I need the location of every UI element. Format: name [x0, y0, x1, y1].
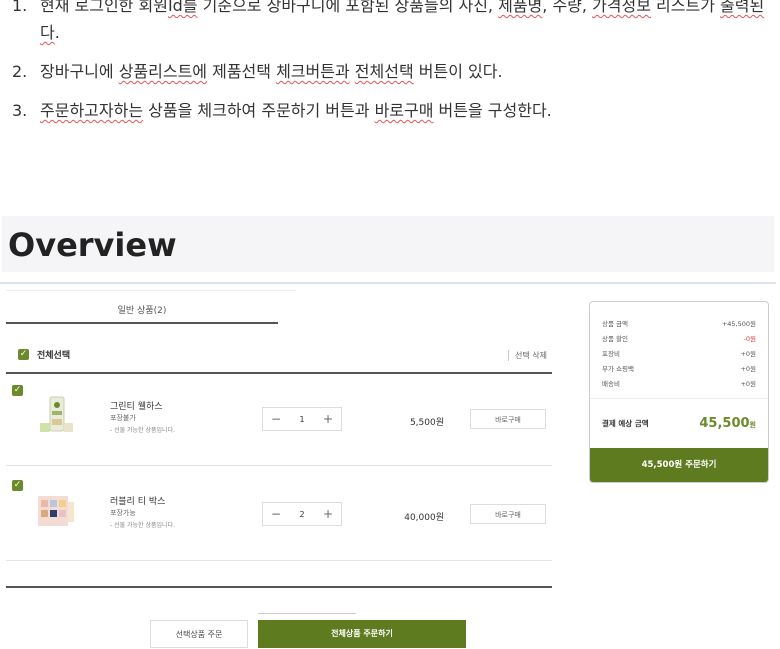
total-label: 결제 예상 금액	[602, 419, 649, 428]
minus-icon[interactable]: −	[271, 412, 281, 426]
summary-value: +0원	[740, 380, 756, 388]
select-all-label: 전체선택	[37, 351, 71, 361]
buy-now-button[interactable]: 바로구매	[470, 504, 546, 524]
overview-divider	[0, 282, 776, 284]
requirement-text: 주문하고자하는 상품을 체크하여 주문하기 버튼과 바로구매 버튼을 구성한다.	[40, 97, 552, 124]
summary-value: +0원	[740, 365, 756, 373]
requirement-item: 3. 주문하고자하는 상품을 체크하여 주문하기 버튼과 바로구매 버튼을 구성한…	[12, 97, 772, 124]
text-run: 현재 로그인한 회원	[40, 0, 168, 15]
summary-row: 배송비 +0원	[602, 378, 756, 388]
minus-icon[interactable]: −	[271, 507, 281, 521]
item-checkbox[interactable]: ✓	[12, 385, 23, 396]
delete-selected-button[interactable]: 선택 삭제	[508, 350, 547, 361]
list-number: 3.	[12, 101, 28, 120]
list-number: 2.	[12, 62, 28, 81]
total-value: 45,500	[699, 416, 750, 431]
gift-note: - 선물 가능한 상품입니다.	[110, 427, 175, 434]
plus-icon[interactable]: +	[323, 412, 333, 426]
summary-row: 상품 금액 +45,500원	[602, 318, 756, 328]
total-row: 결제 예상 금액 45,500원	[602, 416, 756, 431]
text-run: 버튼이 있다.	[413, 62, 503, 81]
text-run: 바로구매	[374, 101, 434, 120]
summary-divider	[590, 398, 768, 399]
button-top-line	[258, 613, 356, 614]
text-run: 상품을 체크하여 주문하기 버튼과	[143, 101, 375, 120]
tab-label: 일반 상품(2)	[117, 306, 167, 316]
list-bottom-divider	[6, 586, 552, 588]
quantity-value: 2	[299, 509, 305, 519]
requirement-item: 2. 장바구니에 상품리스트에 제품선택 체크버튼과 전체선택 버튼이 있다.	[12, 58, 772, 85]
summary-label: 상품 할인	[602, 335, 628, 343]
text-run: 체크버튼과	[276, 62, 350, 81]
summary-value: -0원	[743, 335, 756, 343]
summary-value: +0원	[740, 350, 756, 358]
order-summary-panel: 상품 금액 +45,500원 상품 할인 -0원 포장비 +0원 부가 쇼핑백 …	[589, 301, 769, 483]
requirement-text: 장바구니에 상품리스트에 제품선택 체크버튼과 전체선택 버튼이 있다.	[40, 58, 503, 85]
text-run: 가격정보	[592, 0, 651, 15]
order-selected-button[interactable]: 선택상품 주문	[150, 620, 248, 648]
requirement-text: 현재 로그인한 회원Id를 기준으로 장바구니에 포함된 상품들의 사진, 제품…	[40, 0, 772, 46]
summary-row: 포장비 +0원	[602, 348, 756, 358]
text-run: , 수량,	[542, 0, 593, 15]
product-name: 러블리 티 박스	[110, 497, 166, 507]
summary-label: 부가 쇼핑백	[602, 365, 634, 373]
text-run: 장바구니에	[40, 62, 119, 81]
item-price: 5,500원	[409, 418, 444, 428]
cart-screenshot: 일반 상품(2) ✓ 전체선택 선택 삭제 ✓ 그린티 웰하스 포장불가 - 선…	[0, 290, 780, 648]
product-thumbnail-green-tea	[40, 396, 73, 432]
item-price: 40,000원	[404, 513, 444, 523]
summary-row: 부가 쇼핑백 +0원	[602, 363, 756, 373]
packaging-status: 포장가능	[110, 509, 136, 517]
order-all-button[interactable]: 전체상품 주문하기	[258, 620, 466, 648]
text-run: 리스트가	[650, 0, 721, 15]
requirements-list: 1. 현재 로그인한 회원Id를 기준으로 장바구니에 포함된 상품들의 사진, …	[12, 0, 772, 136]
cart-item: ✓ 러블리 티 박스 포장가능 - 선물 가능한 상품입니다. − 2 + 40…	[0, 480, 552, 570]
text-run: 전체선택	[354, 62, 414, 81]
tab-general-products[interactable]: 일반 상품(2)	[6, 290, 296, 325]
packaging-status: 포장불가	[110, 414, 136, 422]
text-run: 버튼을 구성한다.	[433, 101, 552, 120]
plus-icon[interactable]: +	[323, 507, 333, 521]
item-divider	[6, 465, 552, 466]
text-run: 제품명	[498, 0, 543, 15]
text-run: 상품리스트에	[118, 62, 208, 81]
quantity-stepper: − 2 +	[262, 502, 342, 526]
summary-row: 상품 할인 -0원	[602, 333, 756, 343]
gift-note: - 선물 가능한 상품입니다.	[110, 522, 175, 529]
product-thumbnail-tea-box	[38, 496, 74, 526]
requirement-item: 1. 현재 로그인한 회원Id를 기준으로 장바구니에 포함된 상품들의 사진, …	[12, 0, 772, 46]
list-number: 1.	[12, 0, 28, 15]
product-name: 그린티 웰하스	[110, 402, 163, 412]
item-divider	[6, 560, 552, 561]
text-run: .	[54, 23, 60, 42]
total-amount: 45,500원	[699, 416, 756, 431]
total-unit: 원	[749, 421, 756, 429]
cart-item: ✓ 그린티 웰하스 포장불가 - 선물 가능한 상품입니다. − 1 + 5,5…	[0, 385, 552, 475]
text-run: Id를	[167, 0, 198, 15]
buy-now-button[interactable]: 바로구매	[470, 409, 546, 429]
select-all-control[interactable]: ✓ 전체선택	[18, 348, 70, 361]
summary-label: 상품 금액	[602, 320, 628, 328]
quantity-value: 1	[299, 414, 305, 424]
text-run: 주문하고자하는	[40, 101, 144, 120]
order-button[interactable]: 45,500원 주문하기	[590, 448, 768, 482]
summary-value: +45,500원	[721, 320, 756, 328]
text-run: 제품선택	[207, 62, 277, 81]
list-top-divider	[6, 372, 552, 374]
text-run: 기준으로 장바구니에 포함된 상품들의 사진,	[197, 0, 499, 15]
item-checkbox[interactable]: ✓	[12, 480, 23, 491]
tab-underline	[6, 322, 278, 324]
summary-label: 포장비	[602, 350, 620, 358]
select-all-checkbox[interactable]: ✓	[18, 349, 29, 360]
overview-title: Overview	[8, 226, 177, 264]
summary-label: 배송비	[602, 380, 620, 388]
quantity-stepper: − 1 +	[262, 407, 342, 431]
overview-header: Overview	[2, 216, 774, 272]
